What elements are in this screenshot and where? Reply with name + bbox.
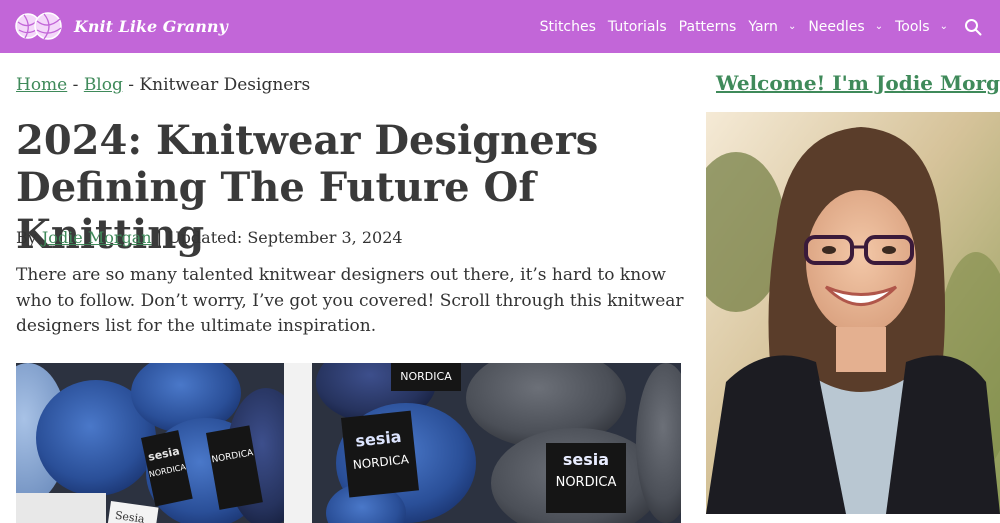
welcome-link[interactable]: Welcome! I'm Jodie Morgan (716, 71, 1000, 95)
site-header: Knit Like Granny Stitches Tutorials Patt… (0, 0, 1000, 53)
byline-separator: | (156, 228, 163, 247)
search-icon[interactable] (964, 18, 982, 36)
nav-yarn[interactable]: Yarn ⌄ (748, 19, 796, 35)
nav-stitches[interactable]: Stitches (540, 19, 596, 35)
breadcrumb: Home - Blog - Knitwear Designers (16, 75, 310, 95)
nav-label: Patterns (678, 18, 737, 35)
author-portrait (706, 112, 1000, 514)
nav-label: Tools (895, 18, 930, 35)
breadcrumb-blog[interactable]: Blog (84, 75, 123, 95)
author-photo (706, 112, 1000, 514)
nav-label: Needles (808, 18, 865, 35)
nav-tools[interactable]: Tools ⌄ (895, 19, 948, 35)
nav-label: Yarn (748, 18, 778, 35)
main-nav: Stitches Tutorials Patterns Yarn ⌄ Needle… (528, 0, 982, 53)
chevron-down-icon: ⌄ (874, 21, 884, 32)
chevron-down-icon: ⌄ (939, 21, 948, 32)
yarn-balls-icon (15, 12, 62, 40)
yarn-label: sesia (563, 450, 609, 469)
updated-date: Updated: September 3, 2024 (167, 228, 403, 247)
breadcrumb-home[interactable]: Home (16, 75, 67, 95)
breadcrumb-separator: - (128, 75, 135, 95)
breadcrumb-separator: - (72, 75, 79, 95)
byline: By Jodie Morgan | Updated: September 3, … (16, 228, 403, 247)
breadcrumb-current: Knitwear Designers (139, 75, 311, 95)
nav-label: Stitches (539, 18, 596, 35)
yarn-label: NORDICA (400, 370, 452, 383)
nav-patterns[interactable]: Patterns (679, 19, 737, 35)
byline-prefix: By (16, 228, 37, 247)
chevron-down-icon: ⌄ (787, 21, 797, 32)
hero-image: sesia NORDICA NORDICA sesia NORDICA sesi… (16, 363, 681, 523)
brand-link[interactable]: Knit Like Granny (14, 8, 228, 44)
author-link[interactable]: Jodie Morgan (42, 228, 152, 247)
intro-paragraph: There are so many talented knitwear desi… (16, 265, 684, 336)
nav-label: Tutorials (607, 18, 667, 35)
nav-tutorials[interactable]: Tutorials (608, 19, 667, 35)
yarn-label: NORDICA (556, 475, 617, 490)
yarn-photo: sesia NORDICA NORDICA sesia NORDICA sesi… (16, 363, 681, 523)
nav-needles[interactable]: Needles ⌄ (808, 19, 883, 35)
brand-name: Knit Like Granny (74, 16, 228, 36)
